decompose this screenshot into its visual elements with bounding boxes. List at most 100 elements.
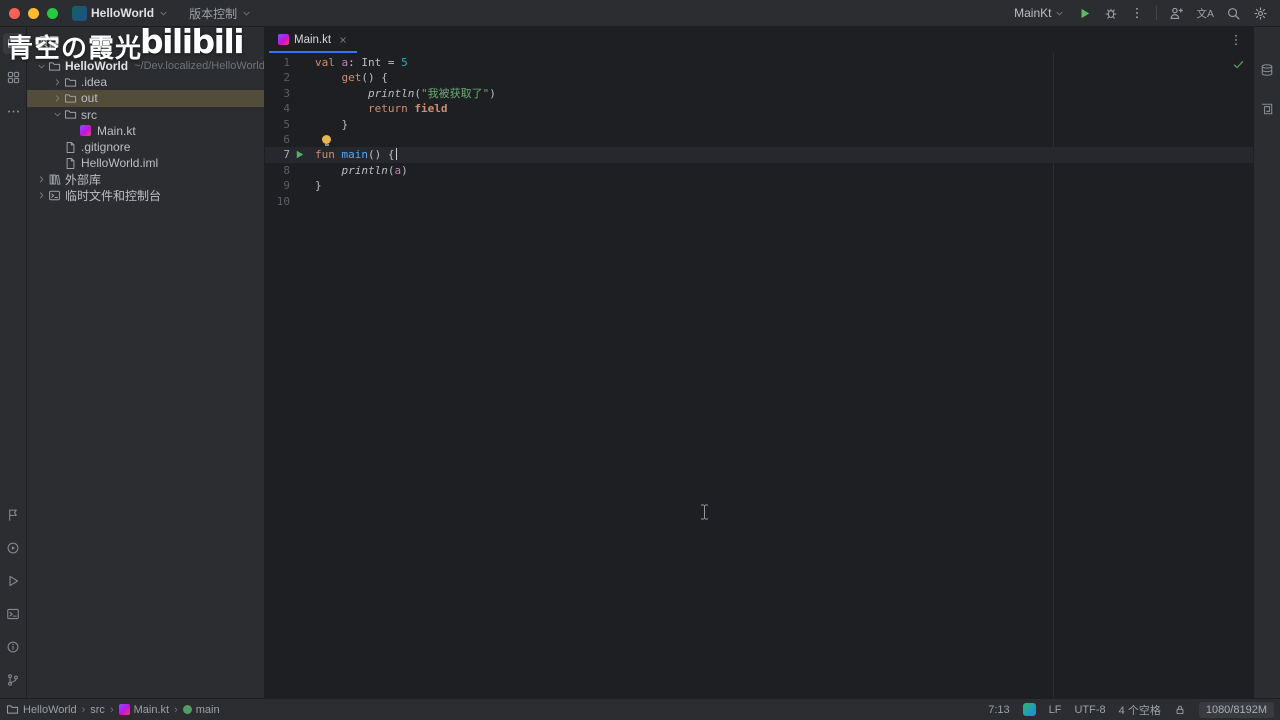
- more-run-options-icon[interactable]: [1130, 6, 1144, 20]
- breadcrumb-separator: ›: [109, 703, 114, 716]
- code-line-5[interactable]: 5 }: [265, 117, 1253, 132]
- tree-item-helloworld[interactable]: HelloWorld ~/Dev.localized/HelloWorld: [27, 58, 264, 74]
- tree-item-.gitignore[interactable]: .gitignore: [27, 139, 264, 155]
- code-line-10[interactable]: 10: [265, 194, 1253, 209]
- code-line-9[interactable]: 9}: [265, 178, 1253, 193]
- editor-options-icon[interactable]: [1229, 33, 1243, 47]
- folder-icon: [64, 108, 81, 121]
- code-line-6[interactable]: 6: [265, 132, 1253, 147]
- tree-item-helloworld.iml[interactable]: HelloWorld.iml: [27, 155, 264, 171]
- code-line-2[interactable]: 2 get() {: [265, 70, 1253, 85]
- run-gutter-icon[interactable]: [294, 149, 305, 160]
- tree-item-.idea[interactable]: .idea: [27, 74, 264, 90]
- chevron-down-icon[interactable]: [35, 61, 48, 72]
- close-window-button[interactable]: [9, 7, 20, 19]
- line-separator[interactable]: LF: [1049, 704, 1062, 716]
- line-number: 7: [283, 148, 290, 162]
- code-line-8[interactable]: 8 println(a): [265, 163, 1253, 178]
- folder-icon: [6, 703, 19, 716]
- code-line-4[interactable]: 4 return field: [265, 101, 1253, 116]
- bookmarks-tool-window-icon[interactable]: [3, 504, 24, 525]
- input-method-icon[interactable]: [1022, 703, 1036, 716]
- tree-item--[interactable]: 外部库: [27, 171, 264, 187]
- breadcrumb-src[interactable]: src: [90, 704, 105, 716]
- terminal-tool-window-icon[interactable]: [3, 603, 24, 624]
- project-tree: HelloWorld ~/Dev.localized/HelloWorld .ide…: [27, 55, 264, 204]
- tree-item--[interactable]: 临时文件和控制台: [27, 188, 264, 204]
- run-tool-window-icon[interactable]: [3, 570, 24, 591]
- scratch-icon: [48, 189, 65, 202]
- code-editor[interactable]: 1 val a: Int = 52 get() {3 println("我被获取了…: [265, 53, 1253, 698]
- line-number: 8: [283, 163, 290, 177]
- run-console-tool-window-icon[interactable]: [3, 537, 24, 558]
- breadcrumb-helloworld[interactable]: HelloWorld: [6, 703, 77, 716]
- chevron-down-icon[interactable]: [51, 109, 64, 120]
- tree-item-out[interactable]: out: [27, 90, 264, 107]
- line-number: 6: [283, 132, 290, 146]
- code-line-3[interactable]: 3 println("我被获取了"): [265, 86, 1253, 101]
- structure-tool-window-icon[interactable]: [3, 67, 24, 88]
- intention-bulb-icon[interactable]: [322, 134, 331, 146]
- code-with-me-icon[interactable]: [1169, 6, 1184, 21]
- indent-setting[interactable]: 4 个空格: [1119, 702, 1161, 718]
- line-number: 1: [283, 56, 290, 69]
- problems-tool-window-icon[interactable]: [3, 636, 24, 657]
- vcs-widget[interactable]: 版本控制: [183, 2, 258, 25]
- titlebar: HelloWorld 版本控制 MainKt 文A: [0, 0, 1280, 27]
- gutter: 1: [265, 55, 315, 70]
- run-button[interactable]: [1077, 6, 1092, 21]
- chevron-right-icon[interactable]: [51, 93, 64, 104]
- chevron-right-icon[interactable]: [35, 190, 48, 201]
- close-tab-icon[interactable]: [338, 35, 348, 45]
- text-caret: [395, 148, 397, 161]
- code-line-7[interactable]: 7 fun main() {: [265, 147, 1253, 163]
- tree-item-label: 外部库: [65, 172, 102, 187]
- line-number: 4: [283, 102, 290, 116]
- minimize-window-button[interactable]: [28, 7, 39, 19]
- database-tool-window-icon[interactable]: [1257, 59, 1278, 80]
- project-panel-title: 项目: [36, 34, 61, 49]
- version-control-tool-window-icon[interactable]: [3, 669, 24, 690]
- settings-gear-icon[interactable]: [1253, 6, 1268, 21]
- file-icon: [64, 141, 81, 154]
- code-line-1[interactable]: 1 val a: Int = 5: [265, 55, 1253, 70]
- run-config-widget[interactable]: MainKt: [1014, 6, 1065, 20]
- more-tool-windows-icon[interactable]: [3, 101, 24, 122]
- tree-item-label: .idea: [81, 75, 108, 90]
- breadcrumb-main[interactable]: main: [182, 704, 220, 716]
- project-icon: [72, 5, 87, 21]
- search-icon[interactable]: [1226, 6, 1241, 21]
- lock-icon[interactable]: [1174, 704, 1186, 716]
- project-widget[interactable]: HelloWorld: [66, 3, 175, 24]
- project-tool-window-icon[interactable]: [2, 33, 24, 54]
- project-panel-header[interactable]: 项目: [27, 27, 264, 55]
- file-encoding[interactable]: UTF-8: [1074, 704, 1105, 716]
- tree-item-main.kt[interactable]: Main.kt: [27, 123, 264, 139]
- gutter: 6: [265, 132, 315, 147]
- divider: [1156, 6, 1158, 20]
- translate-icon[interactable]: 文A: [1196, 6, 1214, 21]
- chevron-right-icon[interactable]: [35, 174, 48, 185]
- kotlin-icon: [118, 704, 130, 715]
- tab-main-kt[interactable]: Main.kt: [269, 27, 358, 53]
- maximize-window-button[interactable]: [47, 7, 58, 19]
- breadcrumb-main.kt[interactable]: Main.kt: [118, 704, 169, 716]
- memory-indicator[interactable]: 1080/8192M: [1198, 701, 1274, 718]
- inspections-ok-icon[interactable]: [1232, 58, 1245, 71]
- breadcrumb-label: src: [90, 703, 105, 716]
- debug-button[interactable]: [1104, 6, 1118, 20]
- chevron-right-icon[interactable]: [51, 77, 64, 88]
- statusbar: HelloWorld › src › Main.kt › main 7:13 LF UTF-…: [0, 698, 1280, 720]
- line-number: 5: [283, 117, 290, 131]
- tree-item-label: HelloWorld.iml: [81, 156, 159, 171]
- tab-label: Main.kt: [294, 33, 332, 46]
- cursor-position[interactable]: 7:13: [988, 704, 1009, 716]
- code-text: get() {: [341, 71, 388, 85]
- right-tool-strip: [1253, 27, 1280, 698]
- tree-item-src[interactable]: src: [27, 107, 264, 123]
- code-text: }: [315, 117, 349, 131]
- run-config-label: MainKt: [1014, 6, 1052, 20]
- ai-assistant-tool-window-icon[interactable]: [1257, 98, 1278, 119]
- chevron-down-icon: [241, 8, 252, 19]
